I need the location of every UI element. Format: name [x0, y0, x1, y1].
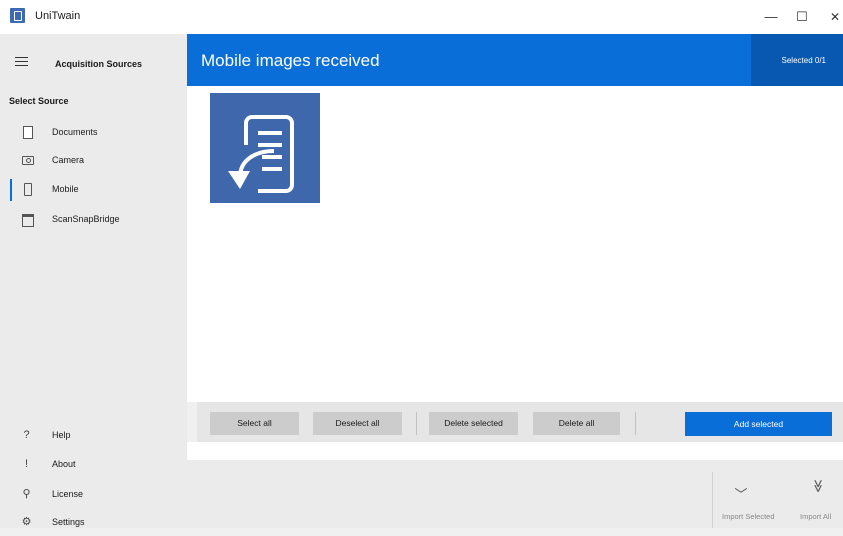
sidebar-item-scansnapbridge[interactable]: ScanSnapBridge [0, 207, 187, 233]
key-icon: ⚲ [22, 488, 31, 500]
add-selected-button[interactable]: Add selected [685, 412, 832, 436]
import-all-button[interactable]: Import All [800, 512, 831, 521]
sidebar-item-label: Help [52, 430, 71, 440]
sidebar-item-settings[interactable]: ⚙ Settings [0, 510, 187, 536]
selection-counter: Selected 0/1 [751, 34, 843, 86]
double-chevron-down-icon[interactable]: ≫ [810, 479, 826, 498]
sidebar-item-label: ScanSnapBridge [52, 214, 120, 224]
image-gallery [187, 86, 843, 402]
sidebar-item-label: Settings [52, 517, 85, 527]
image-thumbnail[interactable] [210, 93, 320, 203]
info-icon: ! [24, 458, 29, 470]
sidebar-item-camera[interactable]: Camera [0, 148, 187, 174]
delete-selected-button[interactable]: Delete selected [429, 412, 518, 435]
select-all-button[interactable]: Select all [210, 412, 299, 435]
page-title: Mobile images received [201, 51, 380, 70]
scanner-icon [22, 214, 34, 227]
mobile-icon [24, 183, 32, 196]
sidebar-item-mobile[interactable]: Mobile [0, 177, 187, 203]
minimize-button[interactable]: — [759, 8, 783, 26]
divider [635, 412, 636, 435]
import-footer: ﹀ Import Selected ≫ Import All [187, 460, 843, 528]
gear-icon: ⚙ [21, 516, 32, 528]
content-bottom-strip [187, 442, 843, 460]
divider [416, 412, 417, 435]
sidebar-item-help[interactable]: ? Help [0, 423, 187, 449]
sidebar-item-about[interactable]: ! About [0, 452, 187, 478]
sidebar: Acquisition Sources Select Source Docume… [0, 34, 187, 528]
document-icon [23, 126, 33, 139]
title-bar: UniTwain — ☐ ✕ [0, 0, 843, 34]
sidebar-item-label: Camera [52, 155, 85, 165]
chevron-down-icon[interactable]: ﹀ [733, 488, 749, 501]
selected-count: Selected 0/1 [781, 56, 826, 65]
sidebar-header: Acquisition Sources [55, 59, 143, 69]
help-icon: ? [23, 429, 30, 441]
sidebar-item-label: Documents [52, 127, 98, 137]
import-selected-button[interactable]: Import Selected [722, 512, 775, 521]
sidebar-item-label: About [52, 459, 76, 469]
sidebar-item-license[interactable]: ⚲ License [0, 482, 187, 508]
close-button[interactable]: ✕ [823, 8, 843, 26]
sidebar-item-label: License [52, 489, 84, 499]
window-title: UniTwain [35, 10, 81, 22]
hamburger-menu-icon[interactable] [15, 57, 28, 67]
active-indicator [10, 179, 12, 201]
app-logo-icon [10, 8, 25, 23]
document-import-icon [228, 115, 294, 193]
divider [712, 472, 713, 528]
sidebar-item-documents[interactable]: Documents [0, 120, 187, 146]
action-bar: Select all Deselect all Delete selected … [197, 402, 843, 442]
sidebar-item-label: Mobile [52, 184, 79, 194]
page-header: Mobile images received Selected 0/1 [187, 34, 843, 86]
maximize-button[interactable]: ☐ [790, 8, 814, 26]
section-heading: Select Source [9, 96, 69, 106]
camera-icon [22, 156, 34, 165]
delete-all-button[interactable]: Delete all [533, 412, 620, 435]
deselect-all-button[interactable]: Deselect all [313, 412, 402, 435]
